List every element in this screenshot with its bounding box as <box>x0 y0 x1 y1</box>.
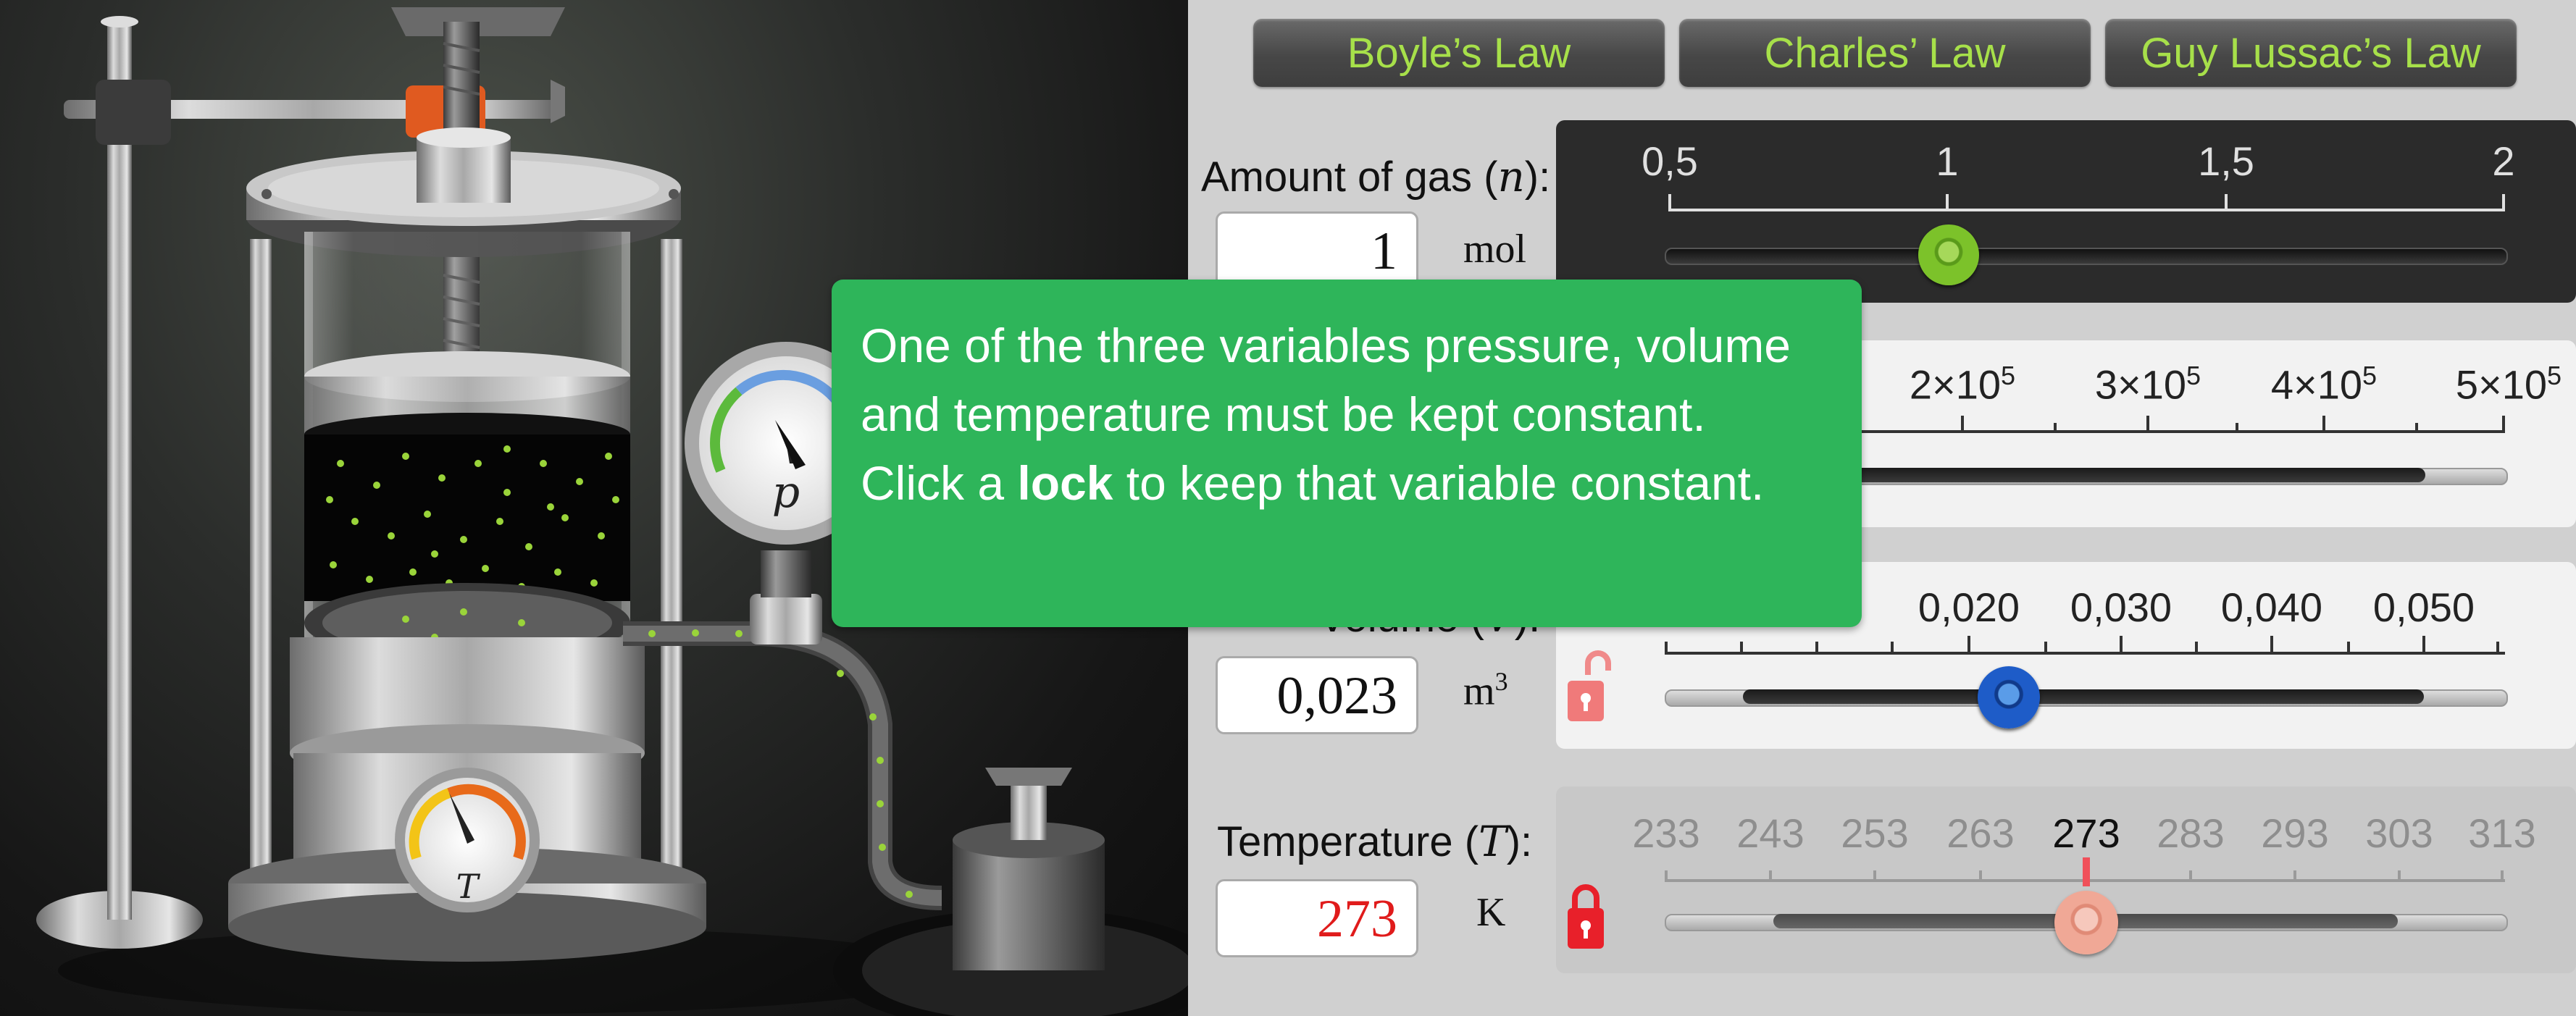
temperature-gauge-symbol: T <box>456 867 481 906</box>
temperature-gauge: T <box>395 768 540 912</box>
temperature-slider-knob[interactable] <box>2054 891 2118 954</box>
amount-label-text: Amount of gas <box>1201 154 1472 201</box>
instruction-line-1: One of the three variables pressure, vol… <box>861 319 1791 372</box>
temperature-value-field[interactable]: 273 <box>1216 879 1418 957</box>
amount-slider-panel: 0,5 1 1,5 2 <box>1556 120 2576 303</box>
instruction-overlay[interactable]: One of the three variables pressure, vol… <box>832 280 1862 627</box>
volume-unit: m3 <box>1463 667 1508 714</box>
volume-value-field[interactable]: 0,023 <box>1216 656 1418 734</box>
instruction-line-2: and temperature must be kept constant. <box>861 387 1706 441</box>
temperature-symbol: T <box>1479 817 1507 866</box>
instruction-line-3: Click a lock to keep that variable const… <box>861 456 1765 510</box>
pressure-gauge-symbol: p <box>772 467 800 518</box>
amount-label: Amount of gas (n): <box>1201 152 1551 201</box>
amount-symbol: n <box>1497 152 1525 201</box>
tab-guy-lussacs-law[interactable]: Guy Lussac’s Law <box>2105 19 2517 87</box>
volume-lock-open-icon[interactable] <box>1565 650 1611 726</box>
temperature-label-text: Temperature <box>1217 818 1453 865</box>
temperature-unit: K <box>1476 890 1506 935</box>
temperature-label: Temperature (T): <box>1217 817 1533 866</box>
amount-unit: mol <box>1463 227 1527 272</box>
amount-value-field[interactable]: 1 <box>1216 211 1418 290</box>
amount-slider-track[interactable] <box>1665 248 2508 265</box>
temperature-lock-closed-icon[interactable] <box>1565 876 1611 952</box>
tab-boyles-law[interactable]: Boyle’s Law <box>1253 19 1665 87</box>
volume-slider-knob[interactable] <box>1978 666 2040 729</box>
volume-slider-range <box>1743 689 2424 704</box>
amount-slider-knob[interactable] <box>1918 224 1979 285</box>
amount-scale <box>1668 194 2505 211</box>
tab-charles-law[interactable]: Charles’ Law <box>1679 19 2091 87</box>
temperature-slider-panel: 233 243 253 263 273 283 293 303 313 <box>1556 786 2576 973</box>
